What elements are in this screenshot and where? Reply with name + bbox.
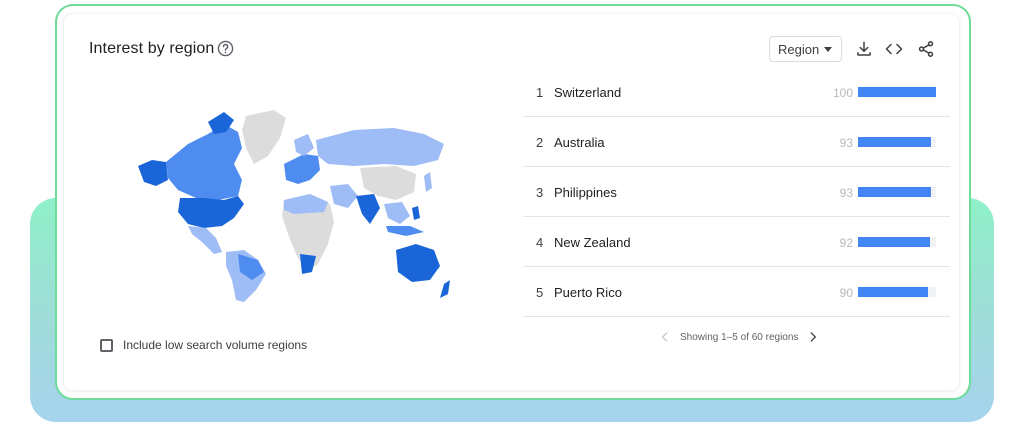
map-new-zealand (440, 280, 450, 298)
region-value: 93 (839, 136, 853, 150)
map-alaska (138, 160, 168, 186)
region-name[interactable]: New Zealand (554, 235, 631, 250)
region-bar (858, 137, 931, 147)
pagination-text: Showing 1–5 of 60 regions (680, 331, 799, 343)
region-name[interactable]: Australia (554, 135, 605, 150)
region-bar-track (858, 187, 936, 197)
region-row[interactable]: 3 Philippines 93 (523, 167, 950, 217)
region-bar-track (858, 137, 936, 147)
region-rank: 5 (536, 285, 544, 300)
region-select[interactable]: Region (769, 36, 842, 62)
embed-code-icon[interactable] (885, 40, 903, 58)
region-row[interactable]: 5 Puerto Rico 90 (523, 267, 950, 317)
map-australia (396, 244, 440, 282)
region-rank: 2 (536, 135, 544, 150)
map-southeast-asia (384, 202, 410, 224)
region-name[interactable]: Puerto Rico (554, 285, 622, 300)
region-name[interactable]: Switzerland (554, 85, 621, 100)
map-philippines (412, 206, 420, 220)
region-select-value: Region (778, 41, 820, 57)
region-value: 92 (839, 236, 853, 250)
region-bar (858, 287, 929, 297)
map-scandinavia (294, 134, 314, 156)
region-bar (858, 87, 936, 97)
region-row[interactable]: 1 Switzerland 100 (523, 67, 950, 117)
region-list: 1 Switzerland 100 2 Australia 93 3 Phili… (523, 67, 950, 317)
region-rank: 4 (536, 235, 544, 250)
low-volume-checkbox-label: Include low search volume regions (123, 338, 308, 352)
help-circle-icon[interactable] (217, 40, 234, 57)
region-rank: 3 (536, 185, 544, 200)
region-name[interactable]: Philippines (554, 185, 617, 200)
pagination: Showing 1–5 of 60 regions (658, 330, 820, 344)
download-icon[interactable] (855, 40, 873, 58)
map-greenland (242, 110, 286, 164)
interest-by-region-card: Interest by region Region Include low se… (64, 14, 959, 390)
map-south-africa (300, 254, 316, 274)
region-bar-track (858, 237, 936, 247)
map-russia (316, 128, 444, 166)
chevron-left-icon[interactable] (658, 330, 672, 344)
region-bar (858, 187, 931, 197)
low-volume-checkbox[interactable] (100, 338, 113, 352)
map-mexico (188, 226, 222, 254)
region-bar-track (858, 287, 936, 297)
region-row[interactable]: 2 Australia 93 (523, 117, 950, 167)
caret-down-icon (824, 47, 832, 52)
region-bar (858, 237, 930, 247)
region-value: 93 (839, 186, 853, 200)
map-canada (166, 124, 242, 200)
chevron-right-icon[interactable] (806, 330, 820, 344)
map-middle-east (330, 184, 358, 208)
region-row[interactable]: 4 New Zealand 92 (523, 217, 950, 267)
map-india (356, 194, 380, 224)
map-japan (424, 172, 432, 192)
low-volume-checkbox-row[interactable]: Include low search volume regions (100, 338, 307, 352)
map-europe (284, 154, 320, 184)
map-usa (178, 196, 244, 228)
map-north-africa (284, 194, 328, 214)
map-indonesia (386, 226, 424, 236)
region-value: 100 (832, 86, 853, 100)
share-icon[interactable] (917, 40, 935, 58)
region-value: 90 (839, 286, 853, 300)
world-map[interactable] (134, 104, 454, 304)
region-rank: 1 (536, 85, 544, 100)
card-title: Interest by region (89, 40, 215, 57)
region-bar-track (858, 87, 936, 97)
